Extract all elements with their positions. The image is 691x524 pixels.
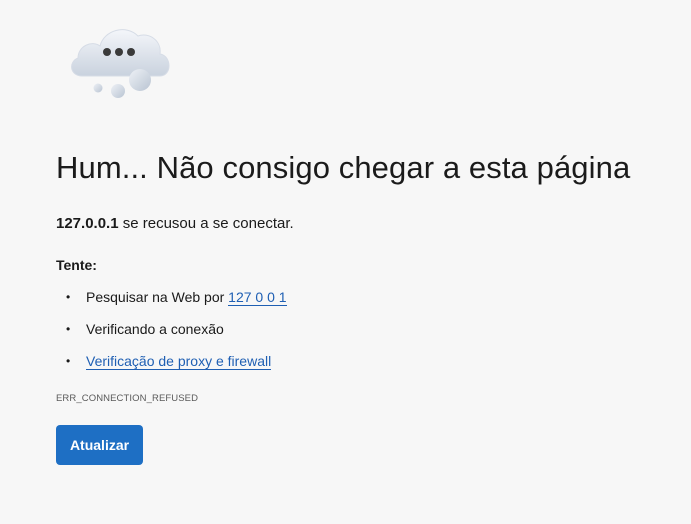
refresh-button[interactable]: Atualizar [56,425,143,465]
suggestion-list: • Pesquisar na Web por 127 0 0 1 • Verif… [56,284,287,380]
bullet-icon: • [66,290,71,304]
cloud-thinking-icon [68,18,178,102]
suggestion-check-connection: • Verificando a conexão [56,316,287,348]
proxy-firewall-link[interactable]: Verificação de proxy e firewall [86,353,272,370]
error-code: ERR_CONNECTION_REFUSED [56,393,199,404]
suggestion-search-web: • Pesquisar na Web por 127 0 0 1 [56,284,287,316]
suggestion-text: Verificando a conexão [86,321,224,337]
search-web-link[interactable]: 127 0 0 1 [228,289,287,306]
suggestion-proxy-firewall: • Verificação de proxy e firewall [56,348,287,380]
host-name: 127.0.0.1 [56,215,119,232]
suggestion-text: Pesquisar na Web por [86,289,229,305]
try-label: Tente: [56,257,97,273]
bullet-icon: • [66,354,71,368]
error-description: 127.0.0.1 se recusou a se conectar. [56,215,294,232]
bullet-icon: • [66,322,71,336]
page-title: Hum... Não consigo chegar a esta página [56,150,631,185]
description-text: se recusou a se conectar. [118,215,294,232]
